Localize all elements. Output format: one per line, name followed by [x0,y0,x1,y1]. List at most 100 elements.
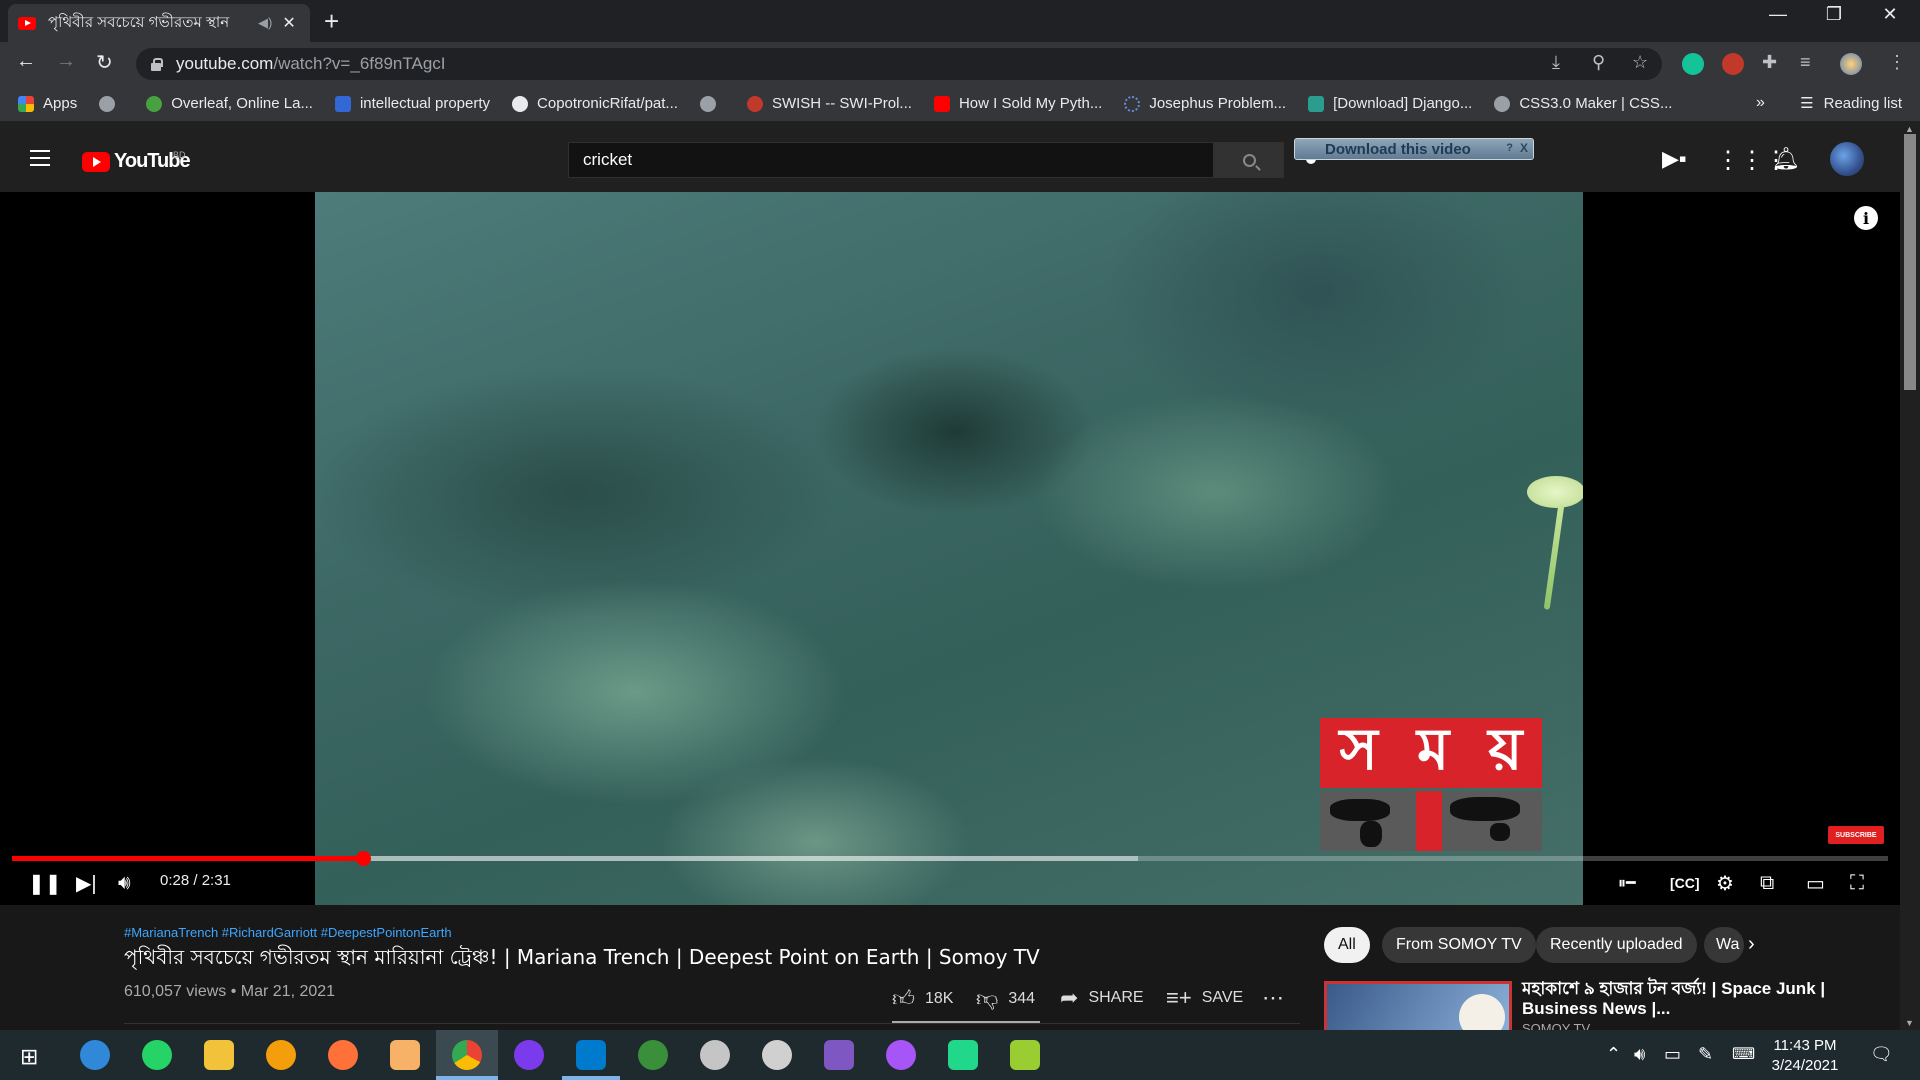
volume-tray-icon[interactable]: 🔊︎ [1634,1044,1645,1065]
fullscreen-icon[interactable]: ⛶ [1850,868,1864,898]
scroll-down-icon[interactable]: ▼ [1905,1018,1914,1028]
restore-button[interactable]: ❐ [1806,4,1862,25]
bookmark-github[interactable]: CopotronicRifat/pat... [512,95,678,112]
app-icon-12[interactable] [762,1040,792,1070]
chip-partial[interactable]: Wa [1704,927,1744,963]
download-help-icon[interactable]: ? [1506,142,1513,154]
search-button[interactable] [1214,142,1284,178]
subscribe-badge[interactable]: SUBSCRIBE [1828,826,1884,844]
zoom-icon[interactable]: ⚲ [1592,52,1605,73]
forward-button[interactable]: → [56,50,76,73]
share-button[interactable]: ➦ SHARE [1060,985,1144,1011]
menu-icon[interactable] [30,150,50,166]
app-icon-10[interactable] [638,1040,668,1070]
save-button[interactable]: ≡+ SAVE [1166,985,1243,1011]
active-indicator [436,1076,498,1080]
scrollbar-thumb[interactable] [1904,134,1916,390]
related-video-thumbnail[interactable] [1324,981,1512,1040]
app-icon-4[interactable] [266,1040,296,1070]
next-icon[interactable]: ▶| [76,868,97,898]
bookmark-apps[interactable]: Apps [18,95,77,112]
extensions-puzzle-icon[interactable]: ✚ [1762,52,1777,73]
bookmark-josephus[interactable]: Josephus Problem... [1124,95,1286,112]
firefox-icon[interactable] [328,1040,358,1070]
bookmark-globe-2[interactable] [699,95,725,112]
pen-icon[interactable]: ✎ [1698,1044,1713,1065]
system-clock[interactable]: 11:43 PM 3/24/2021 [1762,1036,1848,1076]
app-icon-16[interactable] [1010,1040,1040,1070]
reading-list-button[interactable]: ☰ Reading list [1800,94,1902,113]
network-icon[interactable]: ▭ [1664,1044,1681,1065]
bookmark-overleaf[interactable]: Overleaf, Online La... [146,95,313,112]
app-icon-6[interactable] [390,1040,420,1070]
page-scrollbar[interactable]: ▲ ▼ [1900,122,1920,1030]
chrome-menu-icon[interactable]: ⋮ [1888,52,1906,73]
reload-button[interactable]: ↻ [96,50,113,75]
video-player[interactable]: স ম য় i SUBSCRIBE ❚❚ ▶| 🔊︎ 0:28 / 2:31 … [0,192,1900,905]
captions-icon[interactable]: [CC] [1670,868,1700,898]
back-button[interactable]: ← [16,50,36,73]
new-tab-button[interactable]: + [324,6,339,37]
progress-bar[interactable] [12,851,1888,866]
bookmark-css-maker[interactable]: CSS3.0 Maker | CSS... [1494,95,1672,112]
dislike-button[interactable]: 👎︎ 344 [976,985,1035,1012]
bookmark-star-icon[interactable]: ☆ [1632,52,1648,73]
file-explorer-icon[interactable] [204,1040,234,1070]
profile-avatar[interactable] [1840,53,1862,75]
youtube-logo-icon[interactable] [82,152,110,172]
pause-icon[interactable]: ❚❚ [28,868,62,898]
tab-close-icon[interactable]: ✕ [282,13,295,33]
download-close-icon[interactable]: X [1520,141,1528,155]
bookmark-swish[interactable]: SWISH -- SWI-Prol... [746,95,912,112]
info-icon[interactable]: i [1854,206,1878,230]
keyboard-icon[interactable]: ⌨ [1732,1044,1755,1064]
account-avatar[interactable] [1830,142,1864,176]
visual-studio-icon[interactable] [824,1040,854,1070]
bookmark-youtube[interactable]: How I Sold My Pyth... [933,95,1102,112]
volume-icon[interactable]: 🔊︎ [118,868,131,898]
pycharm-icon[interactable] [948,1040,978,1070]
related-video-title[interactable]: মহাকাশে ৯ হাজার টন বর্জ্য! | Space Junk … [1522,979,1892,1019]
media-control-icon[interactable]: ≡ [1800,52,1811,73]
chip-recently-uploaded[interactable]: Recently uploaded [1536,927,1697,963]
create-video-icon[interactable]: ▶▪ [1662,146,1687,172]
extension-icon[interactable] [1722,53,1744,75]
miniplayer-icon[interactable]: ⧉ [1760,868,1774,898]
bookmark-intellectual-property[interactable]: intellectual property [334,95,490,112]
scrubber-handle[interactable] [355,851,371,866]
messenger-icon[interactable] [886,1040,916,1070]
app-icon-11[interactable] [700,1040,730,1070]
bookmarks-overflow-button[interactable]: » [1756,94,1765,112]
download-video-button[interactable]: Download this video ? X [1294,138,1534,160]
more-actions-icon[interactable]: ⋯ [1262,985,1284,1011]
browser-tab-active[interactable]: পৃথিবীর সবচেয়ে গভীরতম স্থান ◀) ✕ [8,4,310,42]
bookmark-django[interactable]: [Download] Django... [1308,95,1472,112]
notifications-bell-icon[interactable]: 🔔︎ [1772,146,1800,172]
vscode-icon[interactable] [576,1040,606,1070]
whatsapp-icon[interactable] [142,1040,172,1070]
close-window-button[interactable]: ✕ [1862,4,1918,25]
chrome-icon[interactable] [452,1040,482,1070]
bookmark-globe[interactable] [99,95,124,112]
install-app-icon[interactable]: ⤓ [1552,52,1560,73]
chevron-right-icon[interactable]: › [1748,933,1755,956]
address-bar[interactable]: youtube.com/watch?v=_6f89nTAgcI [136,48,1662,80]
video-frame[interactable]: স ম য় [315,192,1583,905]
windows-start-icon[interactable]: ⊞ [20,1044,38,1070]
minimize-button[interactable]: — [1750,4,1806,25]
like-button[interactable]: 👍︎ 18K [892,985,953,1012]
settings-gear-icon[interactable]: ⚙ [1716,868,1734,898]
search-input[interactable]: cricket [568,142,1214,178]
scroll-up-icon[interactable]: ▲ [1905,124,1914,134]
video-hashtags[interactable]: #MarianaTrench #RichardGarriott #Deepest… [124,925,452,940]
tray-overflow-icon[interactable]: ⌃ [1606,1044,1621,1065]
github-desktop-icon[interactable] [514,1040,544,1070]
tab-audio-icon[interactable]: ◀) [258,15,272,31]
notifications-icon[interactable]: 🗨︎ [1870,1044,1893,1065]
theater-mode-icon[interactable]: ▭ [1806,868,1825,898]
chip-from-somoy-tv[interactable]: From SOMOY TV [1382,927,1536,963]
app-icon-1[interactable] [80,1040,110,1070]
chip-all[interactable]: All [1324,927,1370,963]
autoplay-toggle[interactable]: ⏸︎━ [1618,868,1636,898]
grammarly-extension-icon[interactable] [1682,53,1704,75]
